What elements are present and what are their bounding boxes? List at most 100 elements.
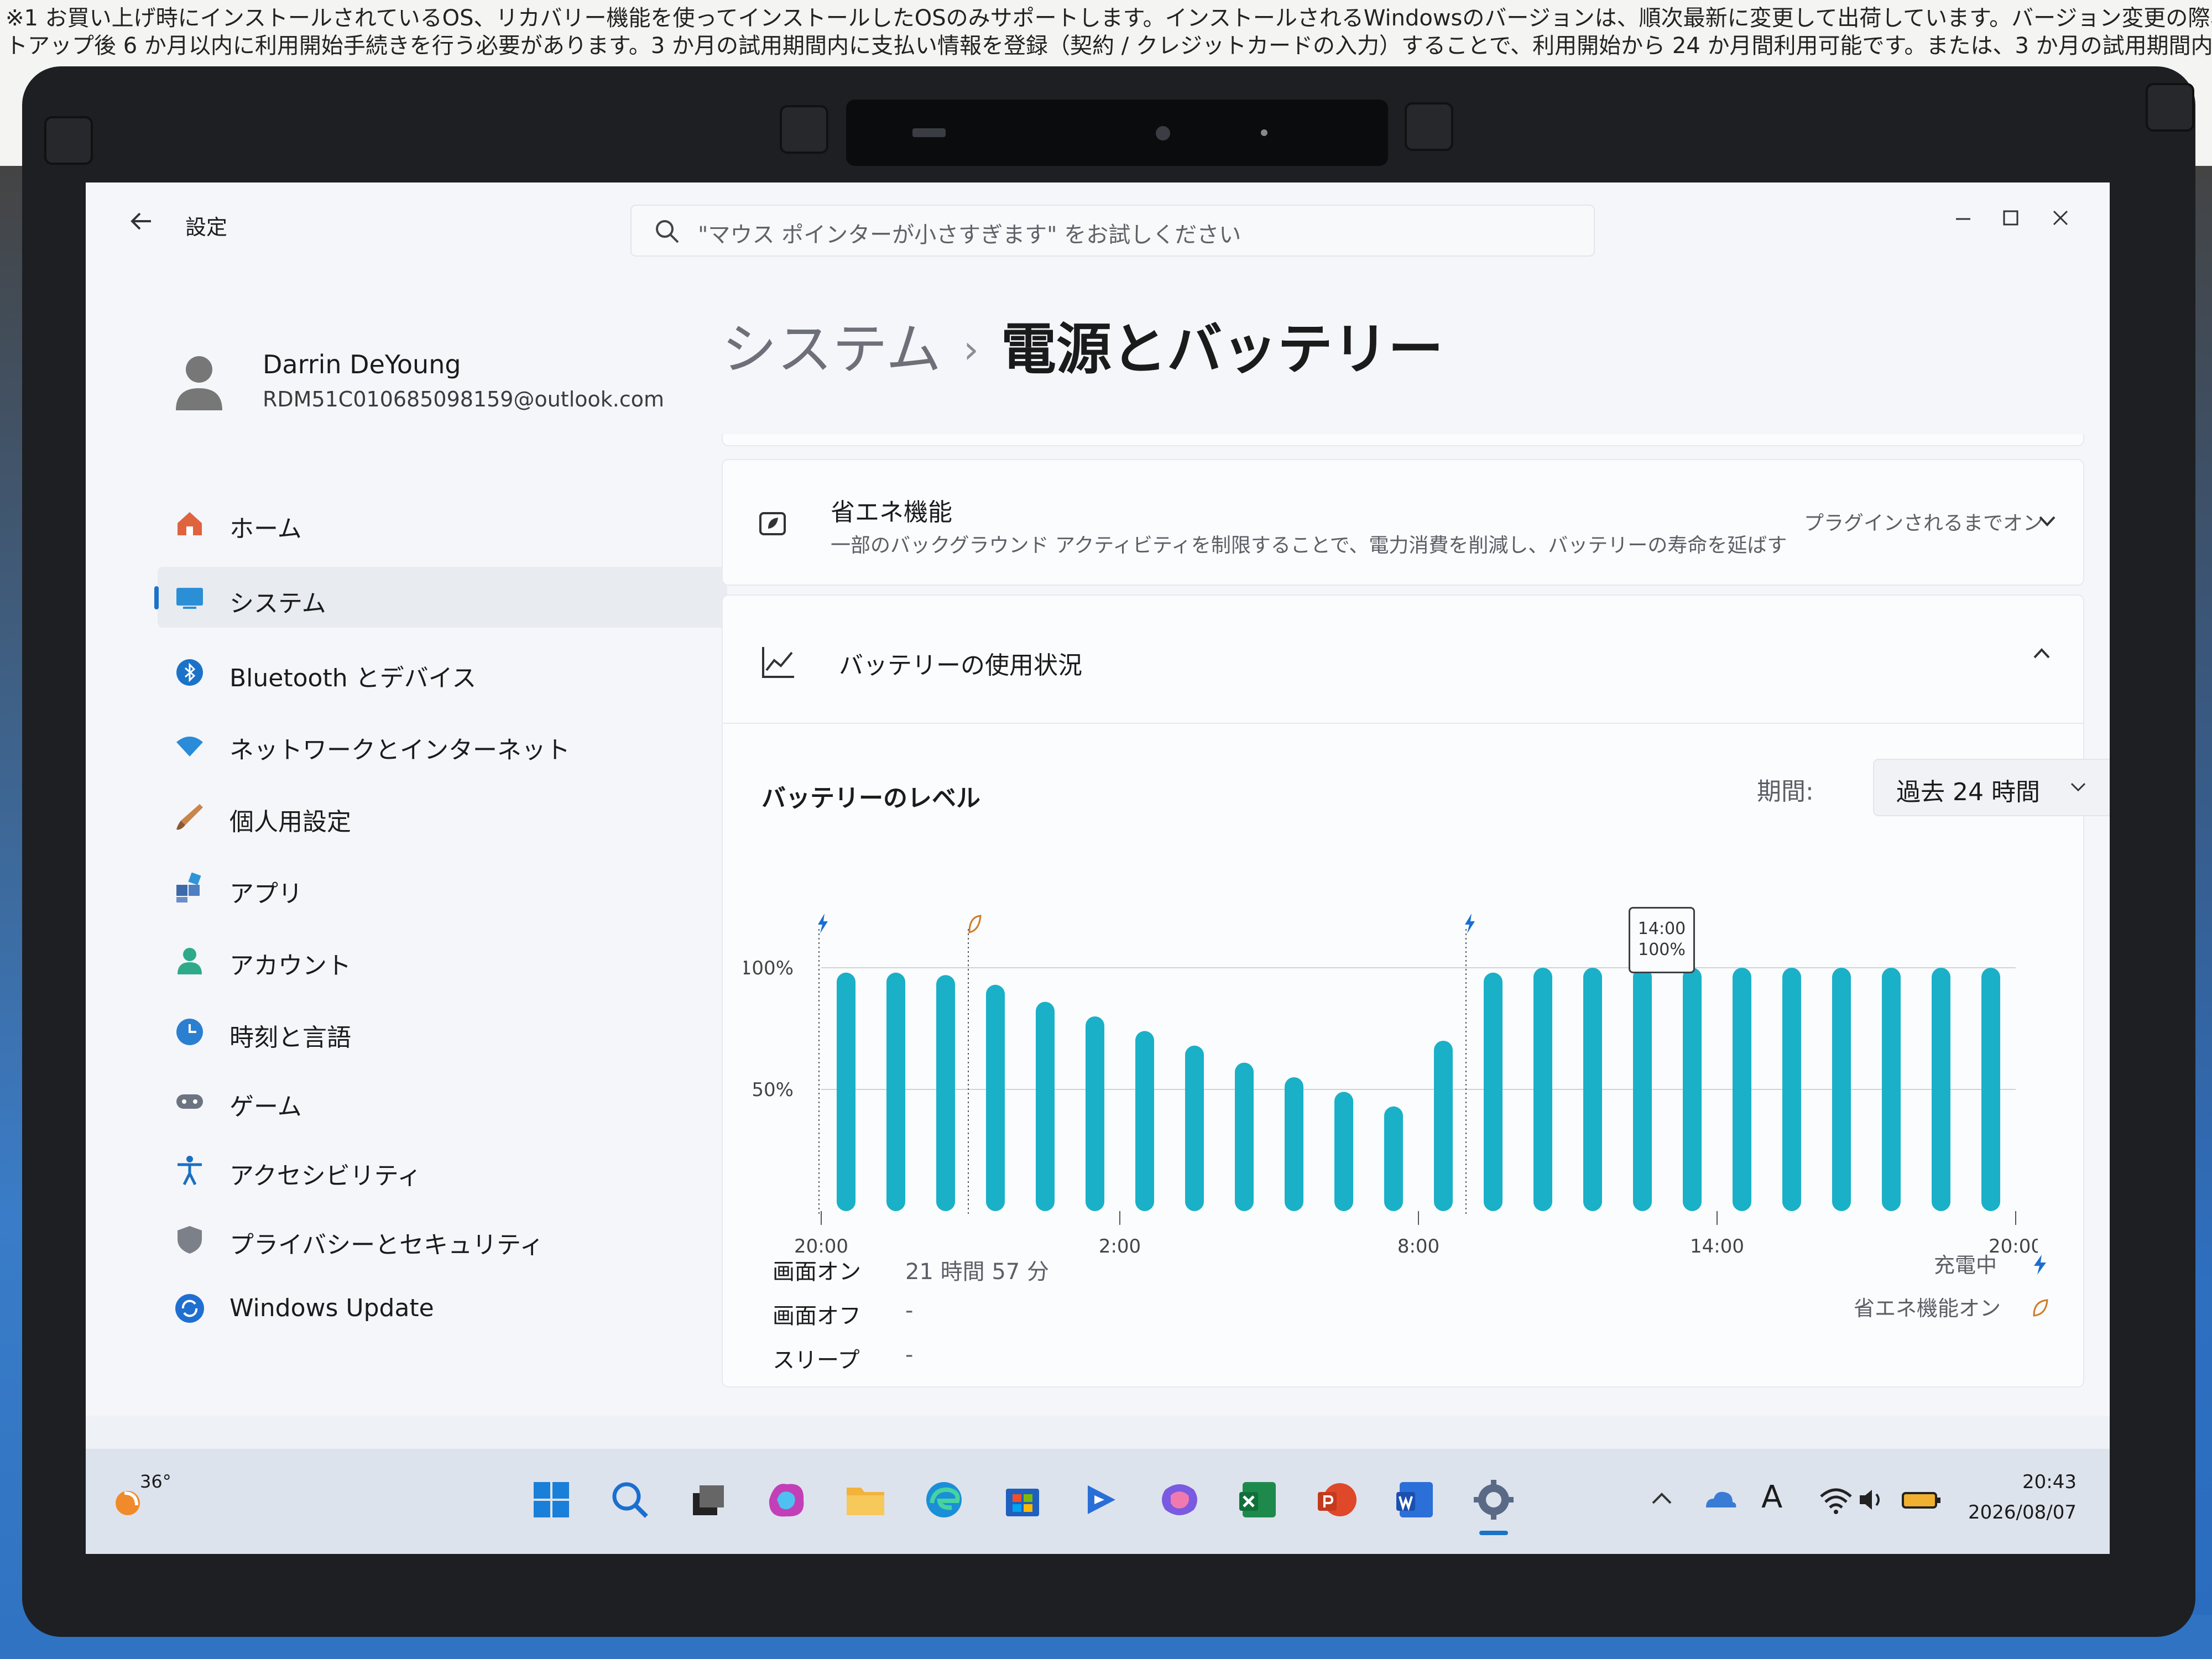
chart-bar (1583, 968, 1602, 1211)
account-icon (178, 948, 202, 974)
clock-time[interactable]: 20:43 (1966, 1471, 2077, 1493)
sidebar-item-accounts[interactable]: アカウント (158, 929, 727, 990)
sidebar-item-time-language[interactable]: 時刻と言語 (158, 1001, 727, 1062)
sidebar-item-label: システム (229, 589, 326, 618)
chart-bar (1733, 968, 1751, 1211)
laptop-screen: 設定 "マウス ポインターが小さすぎます" をお試しください Darrin De… (86, 182, 2110, 1554)
chart-bar (1135, 1031, 1154, 1211)
close-icon[interactable] (2041, 199, 2079, 238)
minimize-icon[interactable] (1944, 199, 1983, 238)
copilot-icon[interactable] (1156, 1477, 1203, 1523)
m365-copilot-icon[interactable] (764, 1477, 810, 1523)
user-name: Darrin DeYoung (263, 349, 461, 379)
sidebar-item-network[interactable]: ネットワークとインターネット (158, 713, 727, 774)
search-icon[interactable] (607, 1477, 653, 1523)
taskbar: 36° A 20:43 2026/08/07 (86, 1449, 2110, 1554)
period-dropdown[interactable]: 過去 24 時間 (1873, 759, 2110, 816)
energy-saver-icon (759, 512, 786, 535)
back-arrow-icon[interactable] (124, 205, 158, 238)
excel-icon[interactable] (1235, 1477, 1281, 1523)
avatar[interactable] (166, 348, 232, 415)
brush-icon (176, 804, 203, 830)
chevron-down-icon[interactable] (2033, 507, 2061, 535)
chart-bar (1185, 1045, 1204, 1211)
tooltip-value: 100% (1638, 940, 1686, 959)
search-icon (656, 220, 679, 243)
legend-energy-saver-label: 省エネ機能オン (1854, 1296, 2001, 1321)
chart-bar (1683, 968, 1702, 1211)
battery-usage-header[interactable]: バッテリーの使用状況 (723, 596, 2083, 724)
bezel-bumper (44, 116, 93, 165)
sidebar-item-gaming[interactable]: ゲーム (158, 1070, 727, 1131)
energy-saver-value[interactable]: プラグインされるまでオン (1804, 507, 2043, 536)
store-icon[interactable] (999, 1477, 1046, 1523)
chart-bar (1782, 968, 1801, 1211)
sidebar-item-system[interactable]: システム (154, 567, 727, 628)
line-chart-icon (762, 647, 794, 678)
sidebar-item-apps[interactable]: アプリ (158, 857, 727, 918)
maximize-icon[interactable] (1991, 199, 2030, 238)
powerpoint-icon[interactable] (1313, 1477, 1360, 1523)
clock-date[interactable]: 2026/08/07 (1966, 1501, 2077, 1524)
chart-tooltip: 14:00 100% (1629, 907, 1695, 973)
ime-indicator[interactable]: A (1761, 1479, 1782, 1515)
user-email: RDM51C010685098159@outlook.com (263, 387, 664, 411)
volume-icon[interactable] (1855, 1477, 1888, 1523)
tooltip-time: 14:00 (1637, 919, 1686, 938)
apps-icon (176, 873, 201, 902)
x-tick-label: 20:00 (794, 1235, 848, 1258)
system-icon (176, 588, 203, 609)
edge-icon[interactable] (921, 1477, 967, 1523)
chevron-down-icon (2070, 782, 2086, 792)
gamepad-icon (176, 1094, 203, 1109)
clock-globe-icon (176, 1019, 203, 1045)
sidebar-item-label: 個人用設定 (229, 808, 351, 836)
x-tick-label: 2:00 (1099, 1235, 1141, 1258)
sidebar-item-label: ゲーム (229, 1093, 302, 1121)
search-box[interactable]: "マウス ポインターが小さすぎます" をお試しください (630, 205, 1595, 257)
paper-line-2: トアップ後 6 か月以内に利用開始手続きを行う必要があります。3 か月の試用期間… (6, 33, 2212, 59)
period-label: 期間: (1757, 778, 1814, 806)
weather-temperature: 36° (140, 1471, 171, 1492)
x-tick-label: 8:00 (1397, 1235, 1439, 1258)
bluetooth-icon (176, 659, 203, 686)
word-icon[interactable] (1392, 1477, 1438, 1523)
sidebar-item-label: アクセシビリティ (229, 1162, 422, 1190)
sidebar-item-windows-update[interactable]: Windows Update (158, 1277, 727, 1338)
sidebar-item-personalization[interactable]: 個人用設定 (158, 785, 727, 846)
onedrive-icon[interactable] (1700, 1477, 1739, 1523)
stat-label: スリープ (773, 1348, 860, 1373)
windows-start-icon[interactable] (528, 1477, 575, 1523)
settings-icon[interactable] (1470, 1477, 1517, 1523)
y-tick-label: 50% (752, 1079, 794, 1101)
energy-saver-card[interactable]: 省エネ機能 一部のバックグラウンド アクティビティを制限することで、電力消費を削… (722, 459, 2084, 586)
breadcrumb-parent[interactable]: システム (722, 317, 941, 382)
wifi-icon (176, 737, 203, 757)
chart-bar (1932, 968, 1950, 1211)
chart-bar (1384, 1106, 1403, 1211)
task-view-icon[interactable] (685, 1477, 732, 1523)
sidebar-item-accessibility[interactable]: アクセシビリティ (158, 1139, 727, 1200)
energy-saver-description: 一部のバックグラウンド アクティビティを制限することで、電力消費を削減し、バッテ… (831, 534, 1787, 557)
sidebar-item-bluetooth[interactable]: Bluetooth とデバイス (158, 641, 727, 702)
file-explorer-icon[interactable] (842, 1477, 889, 1523)
home-icon (178, 512, 202, 535)
sidebar-item-label: アプリ (229, 880, 302, 908)
chart-bar (1882, 968, 1901, 1211)
chevron-up-icon[interactable] (2028, 640, 2056, 667)
chevron-up-icon[interactable] (1645, 1477, 1678, 1523)
stat-label: 画面オフ (773, 1303, 861, 1329)
chart-bar (886, 972, 905, 1211)
energy-saver-marker-icon (968, 915, 982, 933)
chart-bar (1434, 1041, 1453, 1211)
title-bar: 設定 "マウス ポインターが小さすぎます" をお試しください (86, 182, 2110, 257)
wifi-icon[interactable] (1817, 1477, 1855, 1523)
sidebar-item-privacy[interactable]: プライバシーとセキュリティ (158, 1208, 727, 1269)
battery-level-chart: 100% 50% 20:00 2:00 8:00 14:00 20:00 14:00 100… (744, 901, 2038, 1277)
battery-icon[interactable] (1900, 1477, 1944, 1523)
sidebar-item-label: アカウント (229, 952, 351, 980)
clipchamp-icon[interactable] (1078, 1477, 1124, 1523)
sidebar-item-home[interactable]: ホーム (158, 492, 727, 553)
search-input[interactable]: "マウス ポインターが小さすぎます" をお試しください (698, 217, 1241, 249)
chart-bar (837, 972, 855, 1211)
